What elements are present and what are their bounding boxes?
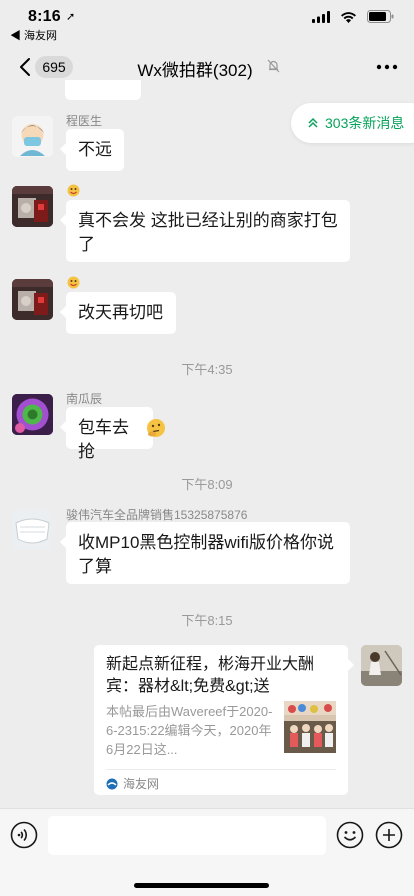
sender-name: 骏伟汽车全品牌销售15325875876 bbox=[66, 508, 248, 522]
mask-avatar-image bbox=[12, 509, 53, 550]
link-card-title: 新起点新征程，彬海开业大酬宾：器材&lt;免费&gt;送 bbox=[106, 656, 315, 695]
thinking-face-emoji-icon bbox=[147, 419, 165, 437]
link-card-description: 本帖最后由Wavereef于2020-6-2315:22编辑今天，2020年6月… bbox=[106, 704, 273, 757]
add-attachment-icon[interactable] bbox=[375, 821, 403, 849]
emoji-icon[interactable] bbox=[336, 821, 364, 849]
message-bubble[interactable]: 不远 bbox=[60, 129, 124, 171]
voice-input-icon[interactable] bbox=[10, 821, 38, 849]
status-time: 8:16 bbox=[28, 8, 61, 25]
double-chevron-up-icon bbox=[308, 117, 318, 128]
message-input[interactable] bbox=[48, 816, 326, 855]
message-timestamp: 下午4:35 bbox=[181, 362, 233, 377]
previous-message-bubble bbox=[65, 80, 141, 100]
more-options-icon[interactable] bbox=[376, 57, 398, 77]
own-avatar[interactable] bbox=[361, 645, 402, 686]
chat-input-bar bbox=[0, 808, 414, 896]
link-card-divider bbox=[106, 769, 336, 770]
chat-header: 695 Wx微拍群(302) bbox=[0, 46, 414, 88]
unread-count-badge[interactable]: 695 bbox=[35, 56, 73, 78]
message-timestamp: 下午8:09 bbox=[181, 477, 233, 492]
car-avatar-image bbox=[12, 186, 53, 227]
chat-title: Wx微拍群(302) bbox=[137, 61, 253, 80]
new-messages-label: 303条新消息 bbox=[325, 115, 405, 131]
avatar[interactable] bbox=[12, 509, 53, 550]
mute-bell-icon bbox=[267, 59, 280, 73]
own-avatar-image bbox=[361, 645, 402, 686]
car-avatar-image bbox=[12, 279, 53, 320]
link-card[interactable]: 新起点新征程，彬海开业大酬宾：器材&lt;免费&gt;送 本帖最后由Wavere… bbox=[94, 645, 354, 795]
message-bubble[interactable]: 真不会发 这批已经让别的商家打包了 bbox=[60, 200, 350, 262]
home-indicator[interactable] bbox=[134, 883, 269, 888]
doctor-avatar-image bbox=[12, 116, 53, 157]
message-bubble[interactable]: 包车去抢 bbox=[60, 407, 165, 461]
status-bar: 8:16 ➚ ◀ 海友网 bbox=[0, 0, 414, 43]
message-bubble[interactable]: 改天再切吧 bbox=[60, 292, 176, 334]
status-icons bbox=[312, 10, 394, 23]
wifi-icon bbox=[341, 11, 356, 23]
avatar[interactable] bbox=[12, 394, 53, 435]
location-arrow-icon: ➚ bbox=[66, 11, 76, 23]
sender-name: 程医生 bbox=[66, 114, 103, 128]
battery-icon bbox=[367, 10, 394, 23]
message-bubble[interactable]: 收MP10黑色控制器wifi版价格你说了算 bbox=[60, 522, 350, 584]
grinning-emoji-icon bbox=[67, 276, 80, 289]
avatar[interactable] bbox=[12, 116, 53, 157]
source-logo-icon bbox=[106, 778, 118, 789]
chat-screen: 8:16 ➚ ◀ 海友网 695 Wx微拍群(302) 303条新消息 程医生 … bbox=[0, 0, 414, 896]
sender-name: 南瓜辰 bbox=[66, 392, 103, 406]
avatar[interactable] bbox=[12, 279, 53, 320]
link-card-thumbnail bbox=[284, 701, 336, 753]
grinning-emoji-icon bbox=[67, 184, 80, 197]
link-card-source: 海友网 bbox=[106, 775, 159, 792]
signal-icon bbox=[312, 10, 330, 23]
message-timestamp: 下午8:15 bbox=[181, 613, 233, 628]
avatar[interactable] bbox=[12, 186, 53, 227]
link-card-source-label: 海友网 bbox=[123, 777, 160, 791]
back-to-app-link[interactable]: ◀ 海友网 bbox=[10, 27, 57, 43]
coral-avatar-image bbox=[12, 394, 53, 435]
new-messages-button[interactable]: 303条新消息 bbox=[291, 103, 414, 143]
message-text: 包车去抢 bbox=[78, 418, 129, 461]
